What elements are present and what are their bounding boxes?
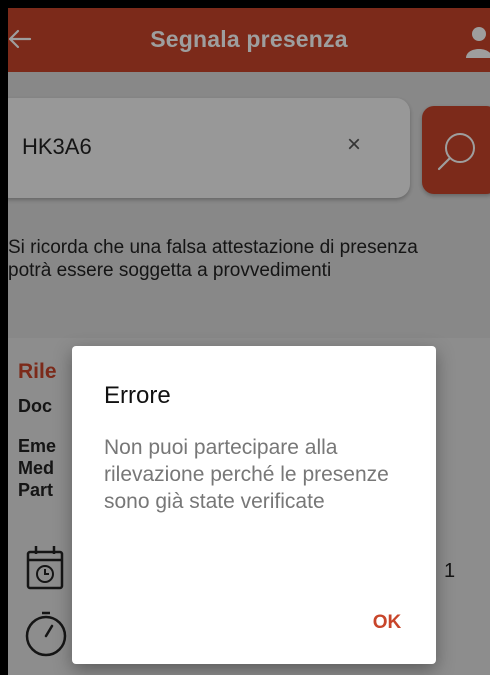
screen: Segnala presenza HK3A6 × Si ricorda che … [8, 8, 490, 675]
error-dialog: Errore Non puoi partecipare alla rilevaz… [72, 346, 436, 664]
ok-button[interactable]: OK [362, 612, 412, 642]
dialog-message: Non puoi partecipare alla rilevazione pe… [104, 436, 389, 513]
dialog-title: Errore [104, 382, 171, 409]
